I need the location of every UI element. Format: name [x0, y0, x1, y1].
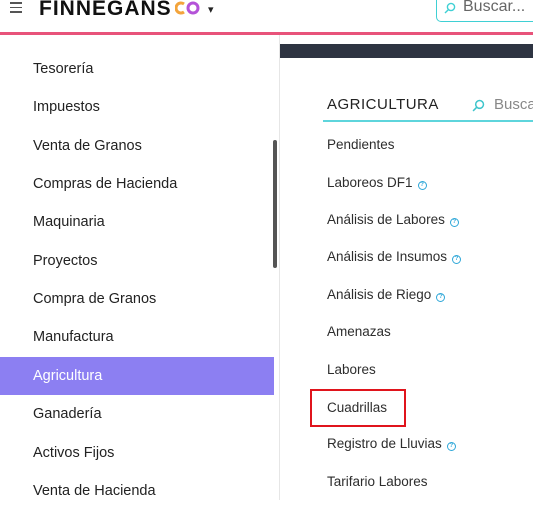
sidebar-item-agricultura[interactable]: Agricultura: [0, 357, 274, 395]
info-icon[interactable]: ?: [417, 181, 427, 190]
brand-name[interactable]: FINNEGANS: [39, 0, 172, 21]
hamburger-menu-icon[interactable]: [10, 0, 22, 14]
menu-item-labores[interactable]: Labores: [327, 362, 376, 377]
sidebar-scrollbar[interactable]: [273, 140, 277, 268]
menu-item-laboreos-df1[interactable]: Laboreos DF1?: [327, 175, 427, 190]
sidebar-item-ganaderia[interactable]: Ganadería: [0, 395, 274, 433]
menu-item-label: Análisis de Riego: [327, 287, 432, 302]
menu-item-label: Laboreos DF1: [327, 175, 413, 190]
search-icon: [444, 2, 456, 14]
sidebar-item-compras-de-hacienda[interactable]: Compras de Hacienda: [0, 165, 274, 203]
menu-item-label: Amenazas: [327, 324, 391, 339]
sidebar-item-impuestos[interactable]: Impuestos: [0, 88, 274, 126]
menu-item-label: Tarifario Labores: [327, 474, 428, 489]
highlight-box: [310, 389, 406, 427]
panel-title: AGRICULTURA: [327, 96, 439, 113]
panel-search-label[interactable]: Busca: [494, 96, 533, 113]
menu-item-amenazas[interactable]: Amenazas: [327, 324, 391, 339]
info-icon[interactable]: ?: [452, 255, 462, 264]
sidebar-item-proyectos[interactable]: Proyectos: [0, 242, 274, 280]
menu-item-label: Pendientes: [327, 137, 395, 152]
sidebar-item-venta-de-granos[interactable]: Venta de Granos: [0, 127, 274, 165]
menu-item-label: Análisis de Labores: [327, 212, 445, 227]
sidebar-item-tesoreria[interactable]: Tesorería: [0, 50, 274, 88]
menu-item-analisis-de-riego[interactable]: Análisis de Riego?: [327, 287, 446, 302]
global-search[interactable]: [436, 0, 533, 22]
menu-item-label: Análisis de Insumos: [327, 249, 448, 264]
sidebar-item-manufactura[interactable]: Manufactura: [0, 318, 274, 356]
menu-item-analisis-de-insumos[interactable]: Análisis de Insumos?: [327, 249, 462, 264]
menu-item-pendientes[interactable]: Pendientes: [327, 137, 395, 152]
top-bar: FINNEGANS ▾: [0, 0, 533, 33]
info-icon[interactable]: ?: [449, 218, 459, 227]
menu-item-label: Registro de Lluvias: [327, 436, 442, 451]
panel-top-bar: [280, 44, 533, 58]
brand-dropdown-chevron-icon[interactable]: ▾: [208, 3, 214, 16]
global-search-input[interactable]: [461, 0, 533, 17]
menu-item-registro-de-lluvias[interactable]: Registro de Lluvias?: [327, 436, 456, 451]
info-icon[interactable]: ?: [436, 293, 446, 302]
sidebar-item-venta-de-hacienda[interactable]: Venta de Hacienda: [0, 472, 274, 510]
menu-item-analisis-de-labores[interactable]: Análisis de Labores?: [327, 212, 459, 227]
info-icon[interactable]: ?: [446, 442, 456, 451]
menu-item-tarifario-labores[interactable]: Tarifario Labores: [327, 474, 428, 489]
search-icon: [472, 99, 485, 112]
brand-logo-icon: [175, 1, 200, 15]
sidebar-item-maquinaria[interactable]: Maquinaria: [0, 203, 274, 241]
sidebar-item-activos-fijos[interactable]: Activos Fijos: [0, 434, 274, 472]
sidebar-item-compra-de-granos[interactable]: Compra de Granos: [0, 280, 274, 318]
panel-title-underline: [323, 120, 533, 122]
menu-item-label: Labores: [327, 362, 376, 377]
